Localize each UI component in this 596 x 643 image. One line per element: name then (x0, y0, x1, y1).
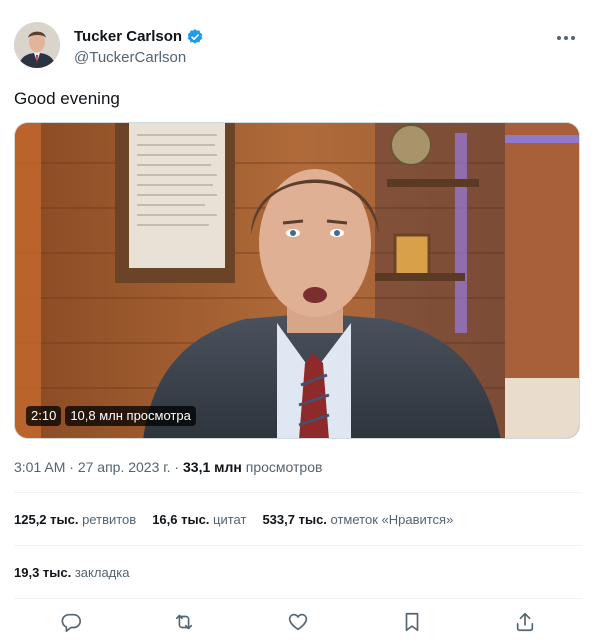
divider (14, 598, 582, 599)
action-bar (14, 606, 582, 638)
tweet-date[interactable]: 27 апр. 2023 г. (78, 459, 171, 475)
avatar[interactable] (14, 22, 60, 68)
meta-separator-2: · (170, 459, 183, 475)
video-player[interactable] (14, 122, 580, 439)
likes-label: отметок «Нравится» (326, 512, 454, 527)
tweet-header: Tucker Carlson @TuckerCarlson (14, 22, 584, 74)
bookmark-icon[interactable] (396, 606, 428, 638)
likes-stat[interactable]: 533,7 тыс. отметок «Нравится» (262, 511, 453, 529)
heart-icon[interactable] (282, 606, 314, 638)
bookmarks-count: 19,3 тыс. (14, 565, 72, 580)
bookmarks-label: закладка (71, 565, 130, 580)
video-badges: 2:10 10,8 млн просмотра (26, 406, 196, 426)
engagement-stats: 125,2 тыс. ретвитов 16,6 тыс. цитат 533,… (14, 511, 469, 529)
author-names: Tucker Carlson @TuckerCarlson (74, 28, 204, 68)
retweet-icon[interactable] (168, 606, 200, 638)
video-frame (15, 123, 579, 438)
video-view-count: 10,8 млн просмотра (65, 406, 196, 426)
bookmarks-stat[interactable]: 19,3 тыс. закладка (14, 564, 129, 582)
likes-count: 533,7 тыс. (262, 512, 327, 527)
display-name[interactable]: Tucker Carlson (74, 28, 182, 46)
retweets-count: 125,2 тыс. (14, 512, 79, 527)
reply-icon[interactable] (55, 606, 87, 638)
views-label: просмотров (241, 459, 323, 475)
retweets-stat[interactable]: 125,2 тыс. ретвитов (14, 511, 136, 529)
divider (14, 545, 582, 546)
quotes-stat[interactable]: 16,6 тыс. цитат (152, 511, 246, 529)
tweet-text: Good evening (14, 89, 120, 108)
tweet-meta: 3:01 AM · 27 апр. 2023 г. · 33,1 млн про… (14, 458, 322, 476)
divider (14, 492, 582, 493)
quotes-count: 16,6 тыс. (152, 512, 210, 527)
verified-badge-icon (186, 28, 204, 46)
views-count: 33,1 млн (183, 459, 242, 475)
handle[interactable]: @TuckerCarlson (74, 48, 204, 68)
share-icon[interactable] (509, 606, 541, 638)
more-icon[interactable] (554, 28, 578, 48)
meta-separator: · (65, 459, 78, 475)
retweets-label: ретвитов (78, 512, 137, 527)
display-name-row[interactable]: Tucker Carlson (74, 28, 204, 46)
quotes-label: цитат (209, 512, 247, 527)
video-duration: 2:10 (26, 406, 62, 426)
tweet-time[interactable]: 3:01 AM (14, 459, 65, 475)
